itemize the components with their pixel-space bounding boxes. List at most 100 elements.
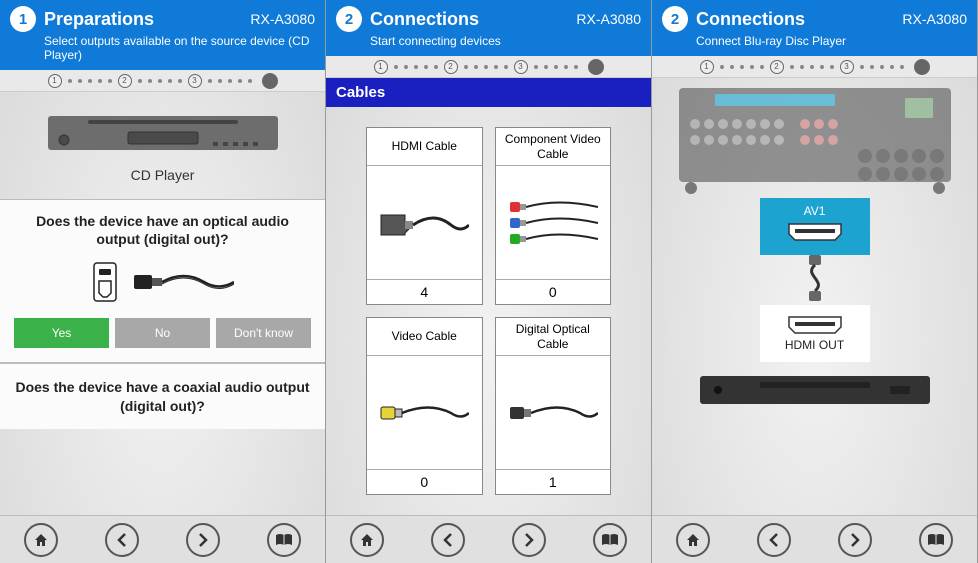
connection-diagram: AV1 HDMI OUT xyxy=(652,78,977,515)
home-icon xyxy=(33,532,49,548)
cable-count: 0 xyxy=(367,469,482,494)
yes-button[interactable]: Yes xyxy=(14,318,109,348)
cable-count: 4 xyxy=(367,279,482,304)
question-text: Does the device have an optical audio ou… xyxy=(14,212,311,248)
guide-button[interactable] xyxy=(919,523,953,557)
question-block-coaxial: Does the device have a coaxial audio out… xyxy=(0,363,325,428)
footer-nav xyxy=(652,515,977,563)
step-number-badge: 1 xyxy=(10,6,36,32)
home-button[interactable] xyxy=(350,523,384,557)
header: 2 Connections RX-A3080 Start connecting … xyxy=(326,0,651,56)
cable-name: HDMI Cable xyxy=(367,128,482,166)
stepper-node: 1 xyxy=(48,74,62,88)
stepper-end-icon xyxy=(588,59,604,75)
progress-stepper: 1 2 3 xyxy=(326,56,651,78)
model-label: RX-A3080 xyxy=(576,11,641,27)
home-icon xyxy=(685,532,701,548)
optical-cable-icon xyxy=(134,265,234,299)
port-av1-label: AV1 xyxy=(760,204,870,218)
next-button[interactable] xyxy=(186,523,220,557)
receiver-rear-icon xyxy=(675,84,955,194)
hdmi-cable-link-icon xyxy=(795,255,835,301)
header-subtitle: Select outputs available on the source d… xyxy=(44,34,315,62)
video-cable-icon xyxy=(379,398,469,428)
guide-button[interactable] xyxy=(267,523,301,557)
optical-port-icon xyxy=(92,261,118,303)
cable-card-video[interactable]: Video Cable 0 xyxy=(366,317,483,495)
chevron-left-icon xyxy=(442,533,454,547)
answer-buttons: Yes No Don't know xyxy=(14,318,311,348)
next-button[interactable] xyxy=(838,523,872,557)
home-icon xyxy=(359,532,375,548)
cable-name: Digital Optical Cable xyxy=(496,318,611,356)
port-hdmi-out-box: HDMI OUT xyxy=(760,305,870,362)
stepper-node: 3 xyxy=(840,60,854,74)
device-label: CD Player xyxy=(10,167,315,183)
port-hdmi-out-label: HDMI OUT xyxy=(760,338,870,352)
model-label: RX-A3080 xyxy=(250,11,315,27)
cable-count: 0 xyxy=(496,279,611,304)
header-title: Connections xyxy=(370,9,479,30)
bluray-player-icon xyxy=(700,370,930,410)
next-button[interactable] xyxy=(512,523,546,557)
port-av1-box: AV1 xyxy=(760,198,870,255)
header-subtitle: Start connecting devices xyxy=(370,34,641,48)
stepper-node: 2 xyxy=(770,60,784,74)
optical-cable-icon xyxy=(508,398,598,428)
stepper-node: 1 xyxy=(700,60,714,74)
panel-preparations: 1 Preparations RX-A3080 Select outputs a… xyxy=(0,0,326,563)
header: 1 Preparations RX-A3080 Select outputs a… xyxy=(0,0,325,70)
panel-connections-cables: 2 Connections RX-A3080 Start connecting … xyxy=(326,0,652,563)
home-button[interactable] xyxy=(676,523,710,557)
footer-nav xyxy=(326,515,651,563)
stepper-end-icon xyxy=(262,73,278,89)
model-label: RX-A3080 xyxy=(902,11,967,27)
dont-know-button[interactable]: Don't know xyxy=(216,318,311,348)
header: 2 Connections RX-A3080 Connect Blu-ray D… xyxy=(652,0,977,56)
step-number-badge: 2 xyxy=(336,6,362,32)
no-button[interactable]: No xyxy=(115,318,210,348)
cable-card-component[interactable]: Component Video Cable 0 xyxy=(495,127,612,305)
stepper-node: 3 xyxy=(514,60,528,74)
guide-button[interactable] xyxy=(593,523,627,557)
question-text: Does the device have a coaxial audio out… xyxy=(14,378,311,414)
prev-button[interactable] xyxy=(757,523,791,557)
component-cable-icon xyxy=(508,198,598,248)
panel-connections-diagram: 2 Connections RX-A3080 Connect Blu-ray D… xyxy=(652,0,978,563)
cable-grid: HDMI Cable 4 Component Video Cable 0 xyxy=(326,107,651,515)
stepper-node: 3 xyxy=(188,74,202,88)
chevron-right-icon xyxy=(197,533,209,547)
question-block-optical: Does the device have an optical audio ou… xyxy=(0,199,325,363)
book-icon xyxy=(927,533,945,547)
hdmi-port-icon xyxy=(787,222,843,242)
cable-name: Component Video Cable xyxy=(496,128,611,166)
section-title: Cables xyxy=(326,78,651,107)
chevron-left-icon xyxy=(116,533,128,547)
prev-button[interactable] xyxy=(431,523,465,557)
stepper-node: 1 xyxy=(374,60,388,74)
stepper-node: 2 xyxy=(118,74,132,88)
step-number-badge: 2 xyxy=(662,6,688,32)
book-icon xyxy=(275,533,293,547)
book-icon xyxy=(601,533,619,547)
stepper-end-icon xyxy=(914,59,930,75)
chevron-right-icon xyxy=(849,533,861,547)
hdmi-port-icon xyxy=(787,315,843,335)
cable-card-hdmi[interactable]: HDMI Cable 4 xyxy=(366,127,483,305)
footer-nav xyxy=(0,515,325,563)
prev-button[interactable] xyxy=(105,523,139,557)
device-illustration-block: CD Player xyxy=(0,92,325,193)
cd-player-icon xyxy=(48,108,278,156)
header-subtitle: Connect Blu-ray Disc Player xyxy=(696,34,967,48)
cable-name: Video Cable xyxy=(367,318,482,356)
header-title: Connections xyxy=(696,9,805,30)
home-button[interactable] xyxy=(24,523,58,557)
header-title: Preparations xyxy=(44,9,154,30)
cable-count: 1 xyxy=(496,469,611,494)
chevron-right-icon xyxy=(523,533,535,547)
hdmi-cable-icon xyxy=(379,203,469,243)
stepper-node: 2 xyxy=(444,60,458,74)
cable-card-optical[interactable]: Digital Optical Cable 1 xyxy=(495,317,612,495)
progress-stepper: 1 2 3 xyxy=(652,56,977,78)
progress-stepper: 1 2 3 xyxy=(0,70,325,92)
